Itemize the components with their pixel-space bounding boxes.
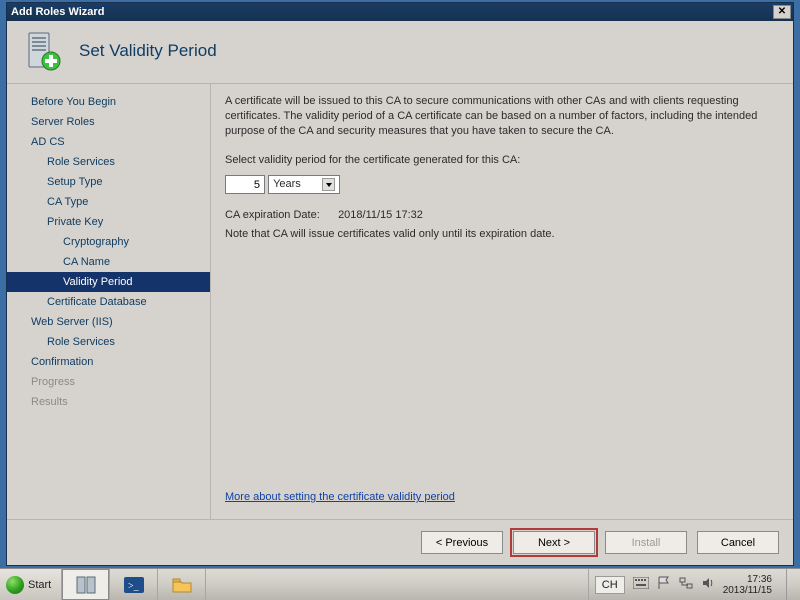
expiration-row: CA expiration Date: 2018/11/15 17:32 — [225, 208, 775, 223]
wizard-step-item[interactable]: Private Key — [7, 212, 210, 232]
wizard-step-item[interactable]: Web Server (IIS) — [7, 312, 210, 332]
select-validity-label: Select validity period for the certifica… — [225, 153, 775, 168]
wizard-header: Set Validity Period — [7, 21, 793, 84]
wizard-step-item: Results — [7, 392, 210, 412]
page-title: Set Validity Period — [79, 41, 217, 61]
chevron-down-icon — [322, 178, 335, 191]
start-button[interactable]: Start — [0, 569, 62, 600]
wizard-step-item: Progress — [7, 372, 210, 392]
wizard-step-item[interactable]: Before You Begin — [7, 92, 210, 112]
expiration-value: 2018/11/15 17:32 — [338, 209, 423, 221]
tray-date: 2013/11/15 — [723, 585, 772, 596]
wizard-footer: < Previous Next > Install Cancel — [7, 519, 793, 565]
expiration-note: Note that CA will issue certificates val… — [225, 227, 775, 242]
wizard-step-item[interactable]: Cryptography — [7, 232, 210, 252]
wizard-body: Before You BeginServer RolesAD CSRole Se… — [7, 84, 793, 519]
next-button[interactable]: Next > — [513, 531, 595, 554]
wizard-step-item[interactable]: Validity Period — [7, 272, 210, 292]
wizard-step-item[interactable]: Role Services — [7, 152, 210, 172]
description-text: A certificate will be issued to this CA … — [225, 94, 775, 139]
ime-indicator[interactable]: CH — [595, 576, 625, 594]
network-icon[interactable] — [679, 576, 693, 593]
tray-clock[interactable]: 17:36 2013/11/15 — [723, 574, 774, 596]
wizard-step-item[interactable]: Certificate Database — [7, 292, 210, 312]
windows-orb-icon — [6, 576, 24, 594]
validity-duration-input[interactable] — [225, 175, 265, 194]
wizard-window: Add Roles Wizard ✕ Set Validity Period B… — [6, 2, 794, 566]
cancel-button[interactable]: Cancel — [697, 531, 779, 554]
task-explorer[interactable] — [158, 569, 206, 600]
wizard-step-item[interactable]: CA Name — [7, 252, 210, 272]
wizard-step-item[interactable]: Setup Type — [7, 172, 210, 192]
wizard-step-item[interactable]: CA Type — [7, 192, 210, 212]
volume-icon[interactable] — [701, 576, 715, 593]
wizard-step-item[interactable]: Confirmation — [7, 352, 210, 372]
validity-unit-select[interactable]: Years — [268, 175, 340, 194]
titlebar: Add Roles Wizard ✕ — [7, 3, 793, 21]
show-desktop-button[interactable] — [786, 569, 794, 600]
server-add-icon — [21, 29, 65, 73]
wizard-step-item[interactable]: Server Roles — [7, 112, 210, 132]
taskbar: Start >_ CH 17:36 2013/11/15 — [0, 568, 800, 600]
close-button[interactable]: ✕ — [773, 5, 791, 19]
window-title: Add Roles Wizard — [11, 6, 773, 18]
tray-time: 17:36 — [723, 574, 772, 585]
validity-unit-value: Years — [273, 177, 301, 192]
wizard-content: A certificate will be issued to this CA … — [211, 84, 793, 519]
install-button[interactable]: Install — [605, 531, 687, 554]
svg-text:>_: >_ — [128, 581, 140, 592]
keyboard-icon[interactable] — [633, 577, 649, 592]
system-tray: CH 17:36 2013/11/15 — [588, 569, 800, 600]
task-powershell[interactable]: >_ — [110, 569, 158, 600]
wizard-step-item[interactable]: Role Services — [7, 332, 210, 352]
help-link[interactable]: More about setting the certificate valid… — [225, 490, 775, 505]
wizard-steps-sidebar: Before You BeginServer RolesAD CSRole Se… — [7, 84, 211, 519]
previous-button[interactable]: < Previous — [421, 531, 503, 554]
start-label: Start — [28, 579, 51, 591]
wizard-step-item[interactable]: AD CS — [7, 132, 210, 152]
expiration-label: CA expiration Date: — [225, 208, 335, 223]
task-server-manager[interactable] — [62, 569, 110, 600]
validity-input-row: Years — [225, 175, 775, 194]
flag-icon[interactable] — [657, 576, 671, 593]
